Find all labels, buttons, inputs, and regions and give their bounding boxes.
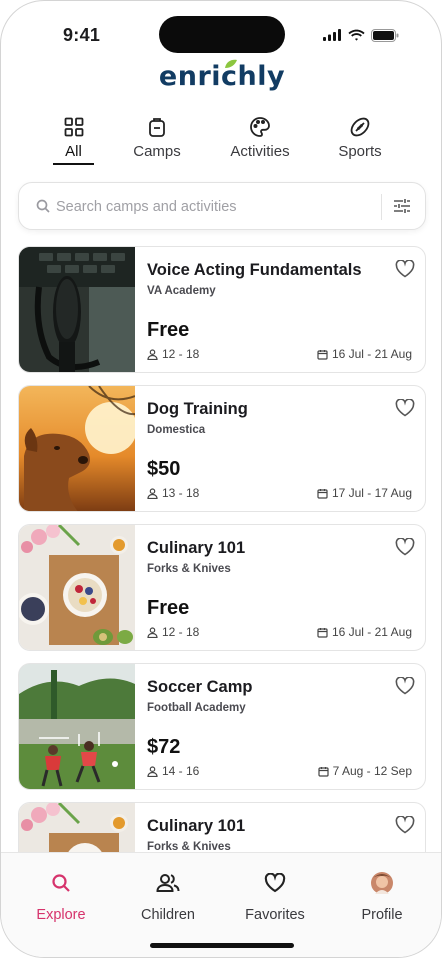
signal-icon bbox=[323, 29, 341, 41]
listing-org: Domestica bbox=[147, 424, 206, 436]
status-icons bbox=[323, 27, 399, 43]
calendar-icon bbox=[317, 766, 329, 777]
nav-children[interactable]: Children bbox=[123, 871, 213, 923]
listing-title: Voice Acting Fundamentals bbox=[147, 261, 362, 279]
listing-title: Dog Training bbox=[147, 400, 248, 418]
avatar bbox=[371, 872, 393, 894]
food-bowls-photo bbox=[19, 525, 135, 650]
person-icon bbox=[147, 626, 158, 638]
ages-text: 12 - 18 bbox=[162, 347, 200, 361]
dates-text: 16 Jul - 21 Aug bbox=[331, 625, 412, 639]
status-time: 9:41 bbox=[63, 25, 101, 45]
listing-ages: 12 - 18 bbox=[147, 625, 199, 639]
listing-price: $72 bbox=[147, 736, 181, 758]
tab-label: Sports bbox=[338, 143, 382, 160]
listing-org: Forks & Knives bbox=[147, 841, 231, 852]
listing-dates: 17 Jul - 17 Aug bbox=[317, 486, 412, 500]
dates-text: 17 Jul - 17 Aug bbox=[331, 486, 412, 500]
listing-card[interactable]: Soccer Camp Football Academy $72 14 - 16… bbox=[18, 663, 426, 790]
listing-card[interactable]: Voice Acting Fundamentals VA Academy Fre… bbox=[18, 246, 426, 373]
microphone-photo bbox=[19, 247, 135, 372]
tab-all[interactable]: All bbox=[53, 115, 94, 167]
tab-sports[interactable]: Sports bbox=[334, 115, 386, 167]
calendar-icon bbox=[317, 349, 328, 360]
ages-text: 12 - 18 bbox=[162, 625, 200, 639]
nav-label: Profile bbox=[361, 907, 403, 923]
listing-ages: 14 - 16 bbox=[147, 764, 199, 778]
search-divider bbox=[381, 194, 382, 220]
food-bowls-photo bbox=[19, 803, 135, 852]
logo-leaf-icon bbox=[225, 59, 237, 68]
nav-explore[interactable]: Explore bbox=[16, 871, 106, 923]
dynamic-island bbox=[159, 16, 285, 53]
backpack-icon bbox=[149, 118, 165, 137]
dates-text: 16 Jul - 21 Aug bbox=[331, 347, 412, 361]
home-indicator[interactable] bbox=[150, 943, 294, 948]
dates-text: 7 Aug - 12 Sep bbox=[332, 764, 412, 778]
tab-label: All bbox=[65, 143, 82, 160]
category-tabs: All Camps Activities Sports bbox=[1, 115, 441, 167]
filter-icon[interactable] bbox=[393, 197, 411, 215]
battery-icon bbox=[371, 28, 399, 42]
ages-text: 13 - 18 bbox=[162, 486, 200, 500]
nav-label: Explore bbox=[36, 907, 86, 923]
kids-soccer-photo bbox=[19, 664, 135, 789]
people-icon bbox=[156, 874, 180, 892]
favorite-heart-icon[interactable] bbox=[395, 538, 415, 556]
heart-icon bbox=[264, 873, 286, 893]
logo-text: enrichly bbox=[158, 61, 286, 92]
person-icon bbox=[147, 765, 158, 777]
listing-ages: 12 - 18 bbox=[147, 347, 199, 361]
tab-activities[interactable]: Activities bbox=[225, 115, 295, 167]
tab-label: Activities bbox=[230, 143, 290, 160]
favorite-heart-icon[interactable] bbox=[395, 816, 415, 834]
phone-frame: 9:41 enrichly All Camps Activities Sport… bbox=[0, 0, 442, 958]
palette-icon bbox=[250, 117, 270, 137]
football-icon bbox=[350, 117, 370, 137]
person-icon bbox=[147, 487, 158, 499]
tab-camps[interactable]: Camps bbox=[123, 115, 191, 167]
listing-title: Culinary 101 bbox=[147, 817, 246, 835]
listing-org: Football Academy bbox=[147, 702, 246, 714]
listing-price: Free bbox=[147, 319, 190, 341]
listing-ages: 13 - 18 bbox=[147, 486, 199, 500]
nav-favorites[interactable]: Favorites bbox=[230, 871, 320, 923]
tab-label: Camps bbox=[133, 143, 181, 160]
calendar-icon bbox=[317, 488, 328, 499]
wifi-icon bbox=[348, 29, 365, 41]
favorite-heart-icon[interactable] bbox=[395, 677, 415, 695]
listing-title: Soccer Camp bbox=[147, 678, 253, 696]
favorite-heart-icon[interactable] bbox=[395, 260, 415, 278]
person-icon bbox=[147, 348, 158, 360]
favorite-heart-icon[interactable] bbox=[395, 399, 415, 417]
dog-sunset-photo bbox=[19, 386, 135, 511]
calendar-icon bbox=[317, 627, 328, 638]
listing-card[interactable]: Culinary 101 Forks & Knives bbox=[18, 802, 426, 852]
listing-price: Free bbox=[147, 597, 190, 619]
search-bar bbox=[18, 182, 426, 230]
search-input[interactable] bbox=[56, 196, 376, 218]
nav-label: Children bbox=[141, 907, 195, 923]
ages-text: 14 - 16 bbox=[162, 764, 200, 778]
listing-title: Culinary 101 bbox=[147, 539, 246, 557]
listing-dates: 16 Jul - 21 Aug bbox=[317, 347, 412, 361]
nav-label: Favorites bbox=[245, 907, 305, 923]
listing-org: VA Academy bbox=[147, 285, 216, 297]
search-icon bbox=[52, 874, 70, 892]
listing-org: Forks & Knives bbox=[147, 563, 231, 575]
app-logo: enrichly bbox=[1, 59, 441, 92]
listing-card[interactable]: Culinary 101 Forks & Knives Free 12 - 18… bbox=[18, 524, 426, 651]
listing-card[interactable]: Dog Training Domestica $50 13 - 18 17 Ju… bbox=[18, 385, 426, 512]
active-tab-indicator bbox=[53, 163, 94, 165]
nav-profile[interactable]: Profile bbox=[337, 871, 427, 923]
search-icon bbox=[36, 199, 50, 213]
listing-list: Voice Acting Fundamentals VA Academy Fre… bbox=[18, 246, 426, 852]
grid-icon bbox=[64, 117, 83, 137]
listing-dates: 16 Jul - 21 Aug bbox=[317, 625, 412, 639]
listing-price: $50 bbox=[147, 458, 181, 480]
listing-dates: 7 Aug - 12 Sep bbox=[317, 764, 412, 778]
